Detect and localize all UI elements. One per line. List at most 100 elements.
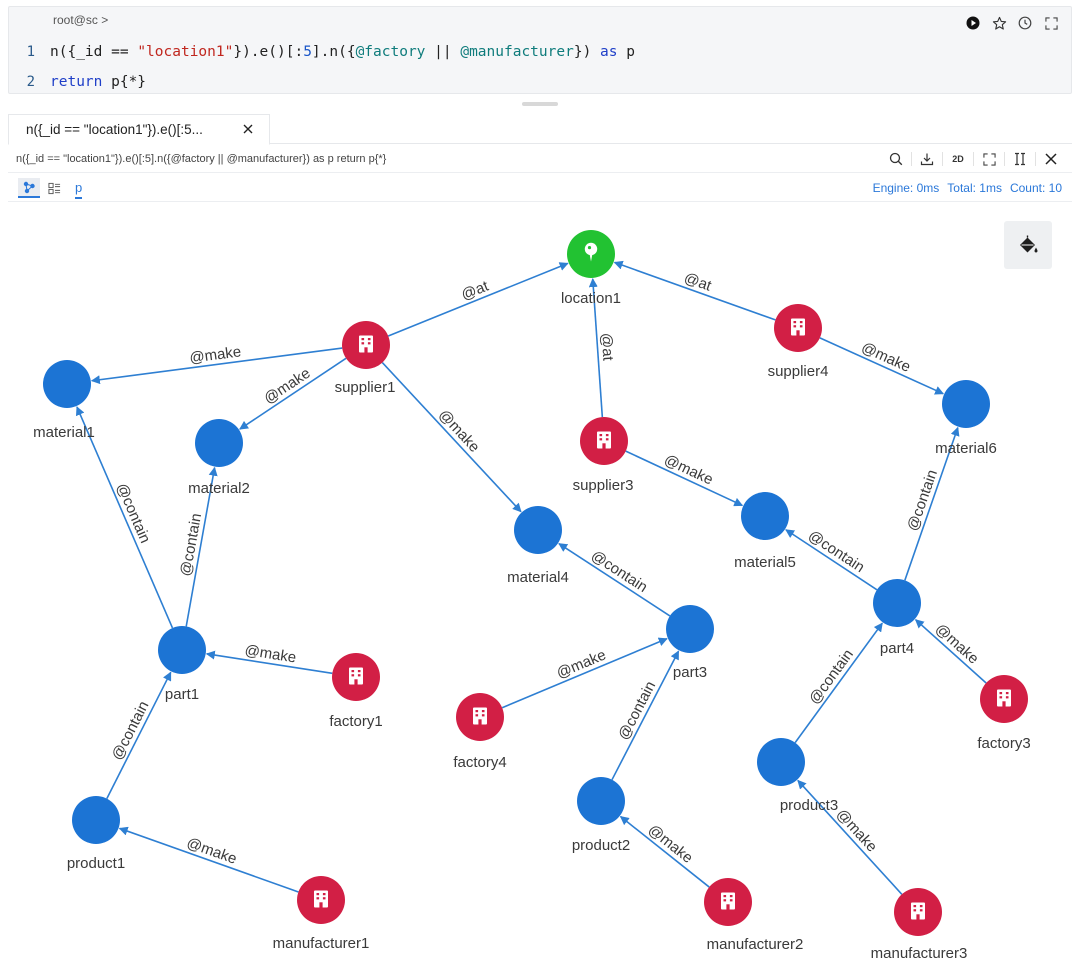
node-circle[interactable] <box>43 360 91 408</box>
code-text[interactable]: return p{*} <box>50 74 146 90</box>
node-supplier1[interactable]: supplier1 <box>335 321 396 396</box>
node-label: part3 <box>673 664 707 681</box>
edge[interactable]: @contain <box>611 650 680 781</box>
node-circle[interactable] <box>577 777 625 825</box>
node-circle[interactable] <box>666 605 714 653</box>
node-label: material5 <box>734 554 796 571</box>
node-circle[interactable] <box>873 579 921 627</box>
node-circle[interactable] <box>514 506 562 554</box>
building-icon <box>911 902 925 920</box>
node-label: location1 <box>561 290 621 307</box>
node-factory1[interactable]: factory1 <box>329 653 383 730</box>
node-circle[interactable] <box>195 419 243 467</box>
edge-label: @at <box>682 269 715 295</box>
node-part1[interactable]: part1 <box>158 626 206 703</box>
edge-line[interactable] <box>118 826 299 893</box>
node-manufacturer3[interactable]: manufacturer3 <box>871 888 968 962</box>
node-material4[interactable]: material4 <box>507 506 569 586</box>
edge-line[interactable] <box>387 262 569 337</box>
run-icon[interactable] <box>965 15 981 31</box>
edge[interactable]: @make <box>118 826 299 893</box>
edge-line[interactable] <box>619 815 710 888</box>
edge[interactable]: @make <box>239 357 347 430</box>
node-label: material4 <box>507 569 569 586</box>
edge[interactable]: @make <box>625 450 744 507</box>
code-token: @manufacturer <box>460 44 574 60</box>
query-editor[interactable]: root@sc > 1 n({_id == "location1"}).e()[… <box>8 6 1072 94</box>
node-factory4[interactable]: factory4 <box>453 693 507 771</box>
graph-canvas[interactable]: @at@at@at@make@make@make@make@make@conta… <box>0 203 1080 980</box>
edge[interactable]: @make <box>381 362 522 513</box>
fullscreen-icon[interactable] <box>974 149 1004 169</box>
edge-line[interactable] <box>794 622 883 744</box>
edge[interactable]: @make <box>914 619 987 684</box>
node-label: factory4 <box>453 754 506 771</box>
edge-line[interactable] <box>381 362 522 513</box>
edge[interactable]: @make <box>819 337 945 395</box>
edge[interactable]: @at <box>387 262 569 337</box>
history-icon[interactable] <box>1017 15 1033 31</box>
edge-label: @make <box>833 806 881 856</box>
node-supplier4[interactable]: supplier4 <box>768 304 829 380</box>
search-icon[interactable] <box>881 149 911 169</box>
close-icon[interactable] <box>1036 149 1066 169</box>
node-material1[interactable]: material1 <box>33 360 95 441</box>
node-part4[interactable]: part4 <box>873 579 921 657</box>
node-label: factory1 <box>329 713 382 730</box>
edge-line[interactable] <box>239 357 347 430</box>
edge[interactable]: @contain <box>558 542 671 617</box>
mode-2d-toggle[interactable]: 2D <box>943 149 973 169</box>
node-product1[interactable]: product1 <box>67 796 125 872</box>
edge[interactable]: @contain <box>106 671 172 799</box>
total-time: Total: 1ms <box>947 181 1002 195</box>
close-icon[interactable] <box>241 122 255 136</box>
node-material5[interactable]: material5 <box>734 492 796 571</box>
node-product3[interactable]: product3 <box>757 738 838 814</box>
edge[interactable]: @make <box>205 642 333 675</box>
node-part3[interactable]: part3 <box>666 605 714 681</box>
node-manufacturer2[interactable]: manufacturer2 <box>704 878 803 953</box>
code-line-2[interactable]: 2 return p{*} <box>9 71 146 93</box>
edge[interactable]: @contain <box>794 622 883 744</box>
node-label: product2 <box>572 837 630 854</box>
node-label: material1 <box>33 424 95 441</box>
star-icon[interactable] <box>991 15 1007 31</box>
node-label: part4 <box>880 640 914 657</box>
edge[interactable]: @contain <box>785 527 878 591</box>
result-query-text: n({_id == "location1"}).e()[:5].n({@fact… <box>16 152 387 165</box>
edge-line[interactable] <box>106 671 172 799</box>
node-label: material6 <box>935 440 997 457</box>
split-view-icon[interactable] <box>1005 149 1035 169</box>
result-count: Count: 10 <box>1009 181 1062 195</box>
node-material6[interactable]: material6 <box>935 380 997 457</box>
node-circle[interactable] <box>741 492 789 540</box>
fullscreen-icon[interactable] <box>1043 15 1059 31</box>
node-factory3[interactable]: factory3 <box>977 675 1031 752</box>
graph-view-button[interactable] <box>18 178 40 198</box>
node-circle[interactable] <box>158 626 206 674</box>
result-tab[interactable]: n({_id == "location1"}).e()[:5... <box>8 114 270 145</box>
paint-bucket-icon <box>1020 235 1038 253</box>
edge[interactable]: @at <box>613 260 776 321</box>
node-circle[interactable] <box>72 796 120 844</box>
edge[interactable]: @make <box>619 815 710 888</box>
node-material2[interactable]: material2 <box>188 419 250 497</box>
node-label: manufacturer3 <box>871 945 968 962</box>
edge-line[interactable] <box>558 542 671 617</box>
alias-tab-p[interactable]: p <box>75 180 83 199</box>
result-tab-label: n({_id == "location1"}).e()[:5... <box>26 122 203 137</box>
node-product2[interactable]: product2 <box>572 777 630 854</box>
node-label: supplier3 <box>573 477 634 494</box>
code-text[interactable]: n({_id == "location1"}).e()[:5].n({@fact… <box>50 44 635 60</box>
panel-resize-handle[interactable] <box>522 102 558 106</box>
node-circle[interactable] <box>942 380 990 428</box>
node-circle[interactable] <box>757 738 805 786</box>
table-view-button[interactable] <box>43 178 65 198</box>
code-line-1[interactable]: 1 n({_id == "location1"}).e()[:5].n({@fa… <box>9 41 635 63</box>
node-location1[interactable]: location1 <box>561 230 621 307</box>
editor-toolbar <box>965 15 1059 31</box>
paint-bucket-button[interactable] <box>1004 221 1052 269</box>
node-supplier3[interactable]: supplier3 <box>573 417 634 494</box>
edge-line[interactable] <box>611 650 680 781</box>
download-icon[interactable] <box>912 149 942 169</box>
